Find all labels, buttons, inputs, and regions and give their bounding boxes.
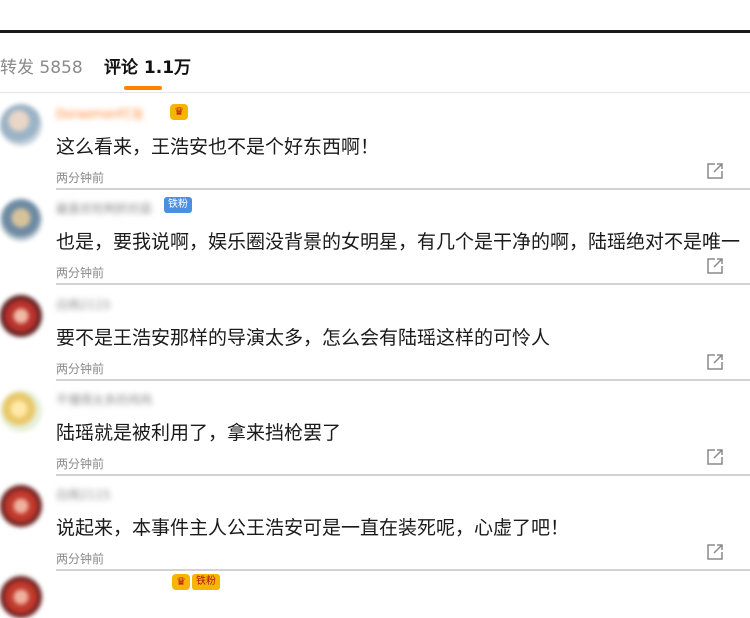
avatar[interactable] <box>0 576 42 618</box>
comment-item: 最喜欢吃鸭肝的菜 铁粉 也是，要我说啊，娱乐圈没背景的女明星，有几个是干净的啊，… <box>0 191 750 286</box>
comment-divider <box>56 474 750 476</box>
comment-text: 要不是王浩安那样的导演太多，怎么会有陆瑶这样的可怜人 <box>56 327 551 349</box>
crown-icon: ♛ <box>170 104 188 120</box>
share-icon[interactable] <box>706 543 724 561</box>
tab-repost[interactable]: 转发 5858 <box>0 56 83 80</box>
comment-username[interactable]: 最喜欢吃鸭肝的菜 <box>56 201 152 217</box>
comment-username[interactable]: 不懂得太多的鸡鸡 <box>56 392 152 408</box>
avatar[interactable] <box>0 104 42 146</box>
comment-item-partial: ♛ 铁粉 <box>0 568 750 618</box>
avatar[interactable] <box>0 295 42 337</box>
comment-text: 这么看来，王浩安也不是个好东西啊！ <box>56 136 380 158</box>
comment-divider <box>56 188 750 190</box>
comment-item: 白雨2115 说起来，本事件主人公王浩安可是一直在装死呢，心虚了吧！ 两分钟前 <box>0 477 750 572</box>
comment-item: 白雨2115 要不是王浩安那样的导演太多，怎么会有陆瑶这样的可怜人 两分钟前 <box>0 287 750 382</box>
share-icon[interactable] <box>706 162 724 180</box>
comment-text: 说起来，本事件主人公王浩安可是一直在装死呢，心虚了吧！ <box>56 517 570 539</box>
fan-badge: 铁粉 <box>192 574 220 590</box>
crown-icon: ♛ <box>172 574 190 590</box>
top-border <box>0 30 750 33</box>
comment-time: 两分钟前 <box>56 266 105 280</box>
comment-time: 两分钟前 <box>56 171 105 185</box>
tab-comments[interactable]: 评论 1.1万 <box>104 56 191 80</box>
comment-text: 也是，要我说啊，娱乐圈没背景的女明星，有几个是干净的啊，陆瑶绝对不是唯一 <box>56 231 741 253</box>
fan-badge: 铁粉 <box>164 197 192 213</box>
comment-time: 两分钟前 <box>56 362 105 376</box>
share-icon[interactable] <box>706 257 724 275</box>
comment-divider <box>56 283 750 285</box>
share-icon[interactable] <box>706 448 724 466</box>
tabs-divider <box>0 92 750 93</box>
comment-username[interactable]: Doraemon叮当 <box>56 106 143 122</box>
comment-text: 陆瑶就是被利用了，拿来挡枪罢了 <box>56 422 342 444</box>
comment-time: 两分钟前 <box>56 552 105 566</box>
avatar[interactable] <box>0 390 42 432</box>
comment-item: Doraemon叮当 ♛ 这么看来，王浩安也不是个好东西啊！ 两分钟前 <box>0 96 750 191</box>
comment-username[interactable]: 白雨2115 <box>56 487 111 503</box>
comment-time: 两分钟前 <box>56 457 105 471</box>
comment-divider <box>56 379 750 381</box>
active-tab-indicator <box>124 86 162 90</box>
comment-item: 不懂得太多的鸡鸡 陆瑶就是被利用了，拿来挡枪罢了 两分钟前 <box>0 382 750 477</box>
comment-username[interactable]: 白雨2115 <box>56 297 111 313</box>
share-icon[interactable] <box>706 353 724 371</box>
avatar[interactable] <box>0 199 42 241</box>
comment-tabs: 转发 5858 评论 1.1万 <box>0 56 750 86</box>
avatar[interactable] <box>0 485 42 527</box>
